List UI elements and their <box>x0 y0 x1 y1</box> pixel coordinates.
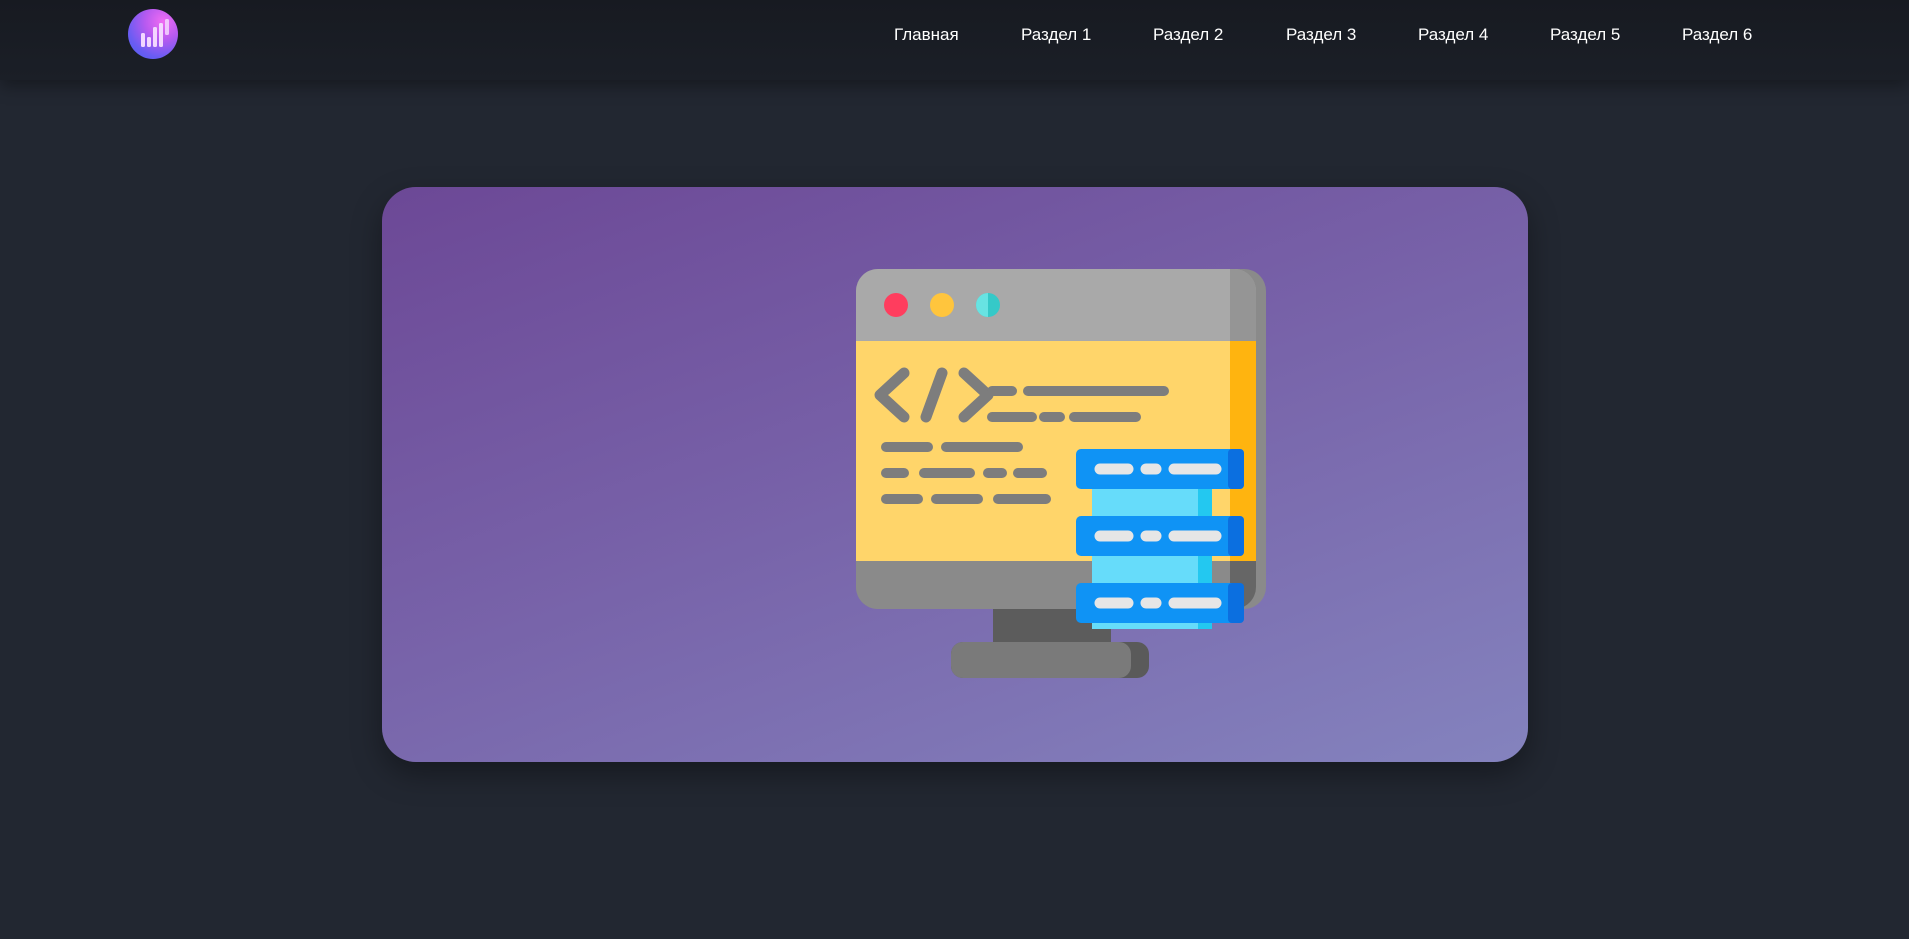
code-monitor-server-icon <box>856 269 1266 678</box>
nav-item-section-4[interactable]: Раздел 4 <box>1418 24 1488 46</box>
nav-item-section-1[interactable]: Раздел 1 <box>1021 24 1091 46</box>
nav-item-section-2[interactable]: Раздел 2 <box>1153 24 1223 46</box>
nav-item-home[interactable]: Главная <box>894 24 959 46</box>
nav-item-section-3[interactable]: Раздел 3 <box>1286 24 1356 46</box>
main-nav: Главная Раздел 1 Раздел 2 Раздел 3 Разде… <box>0 0 1909 70</box>
top-navigation-bar: Главная Раздел 1 Раздел 2 Раздел 3 Разде… <box>0 0 1909 80</box>
nav-item-section-6[interactable]: Раздел 6 <box>1682 24 1752 46</box>
nav-item-section-5[interactable]: Раздел 5 <box>1550 24 1620 46</box>
hero-card <box>382 187 1528 762</box>
